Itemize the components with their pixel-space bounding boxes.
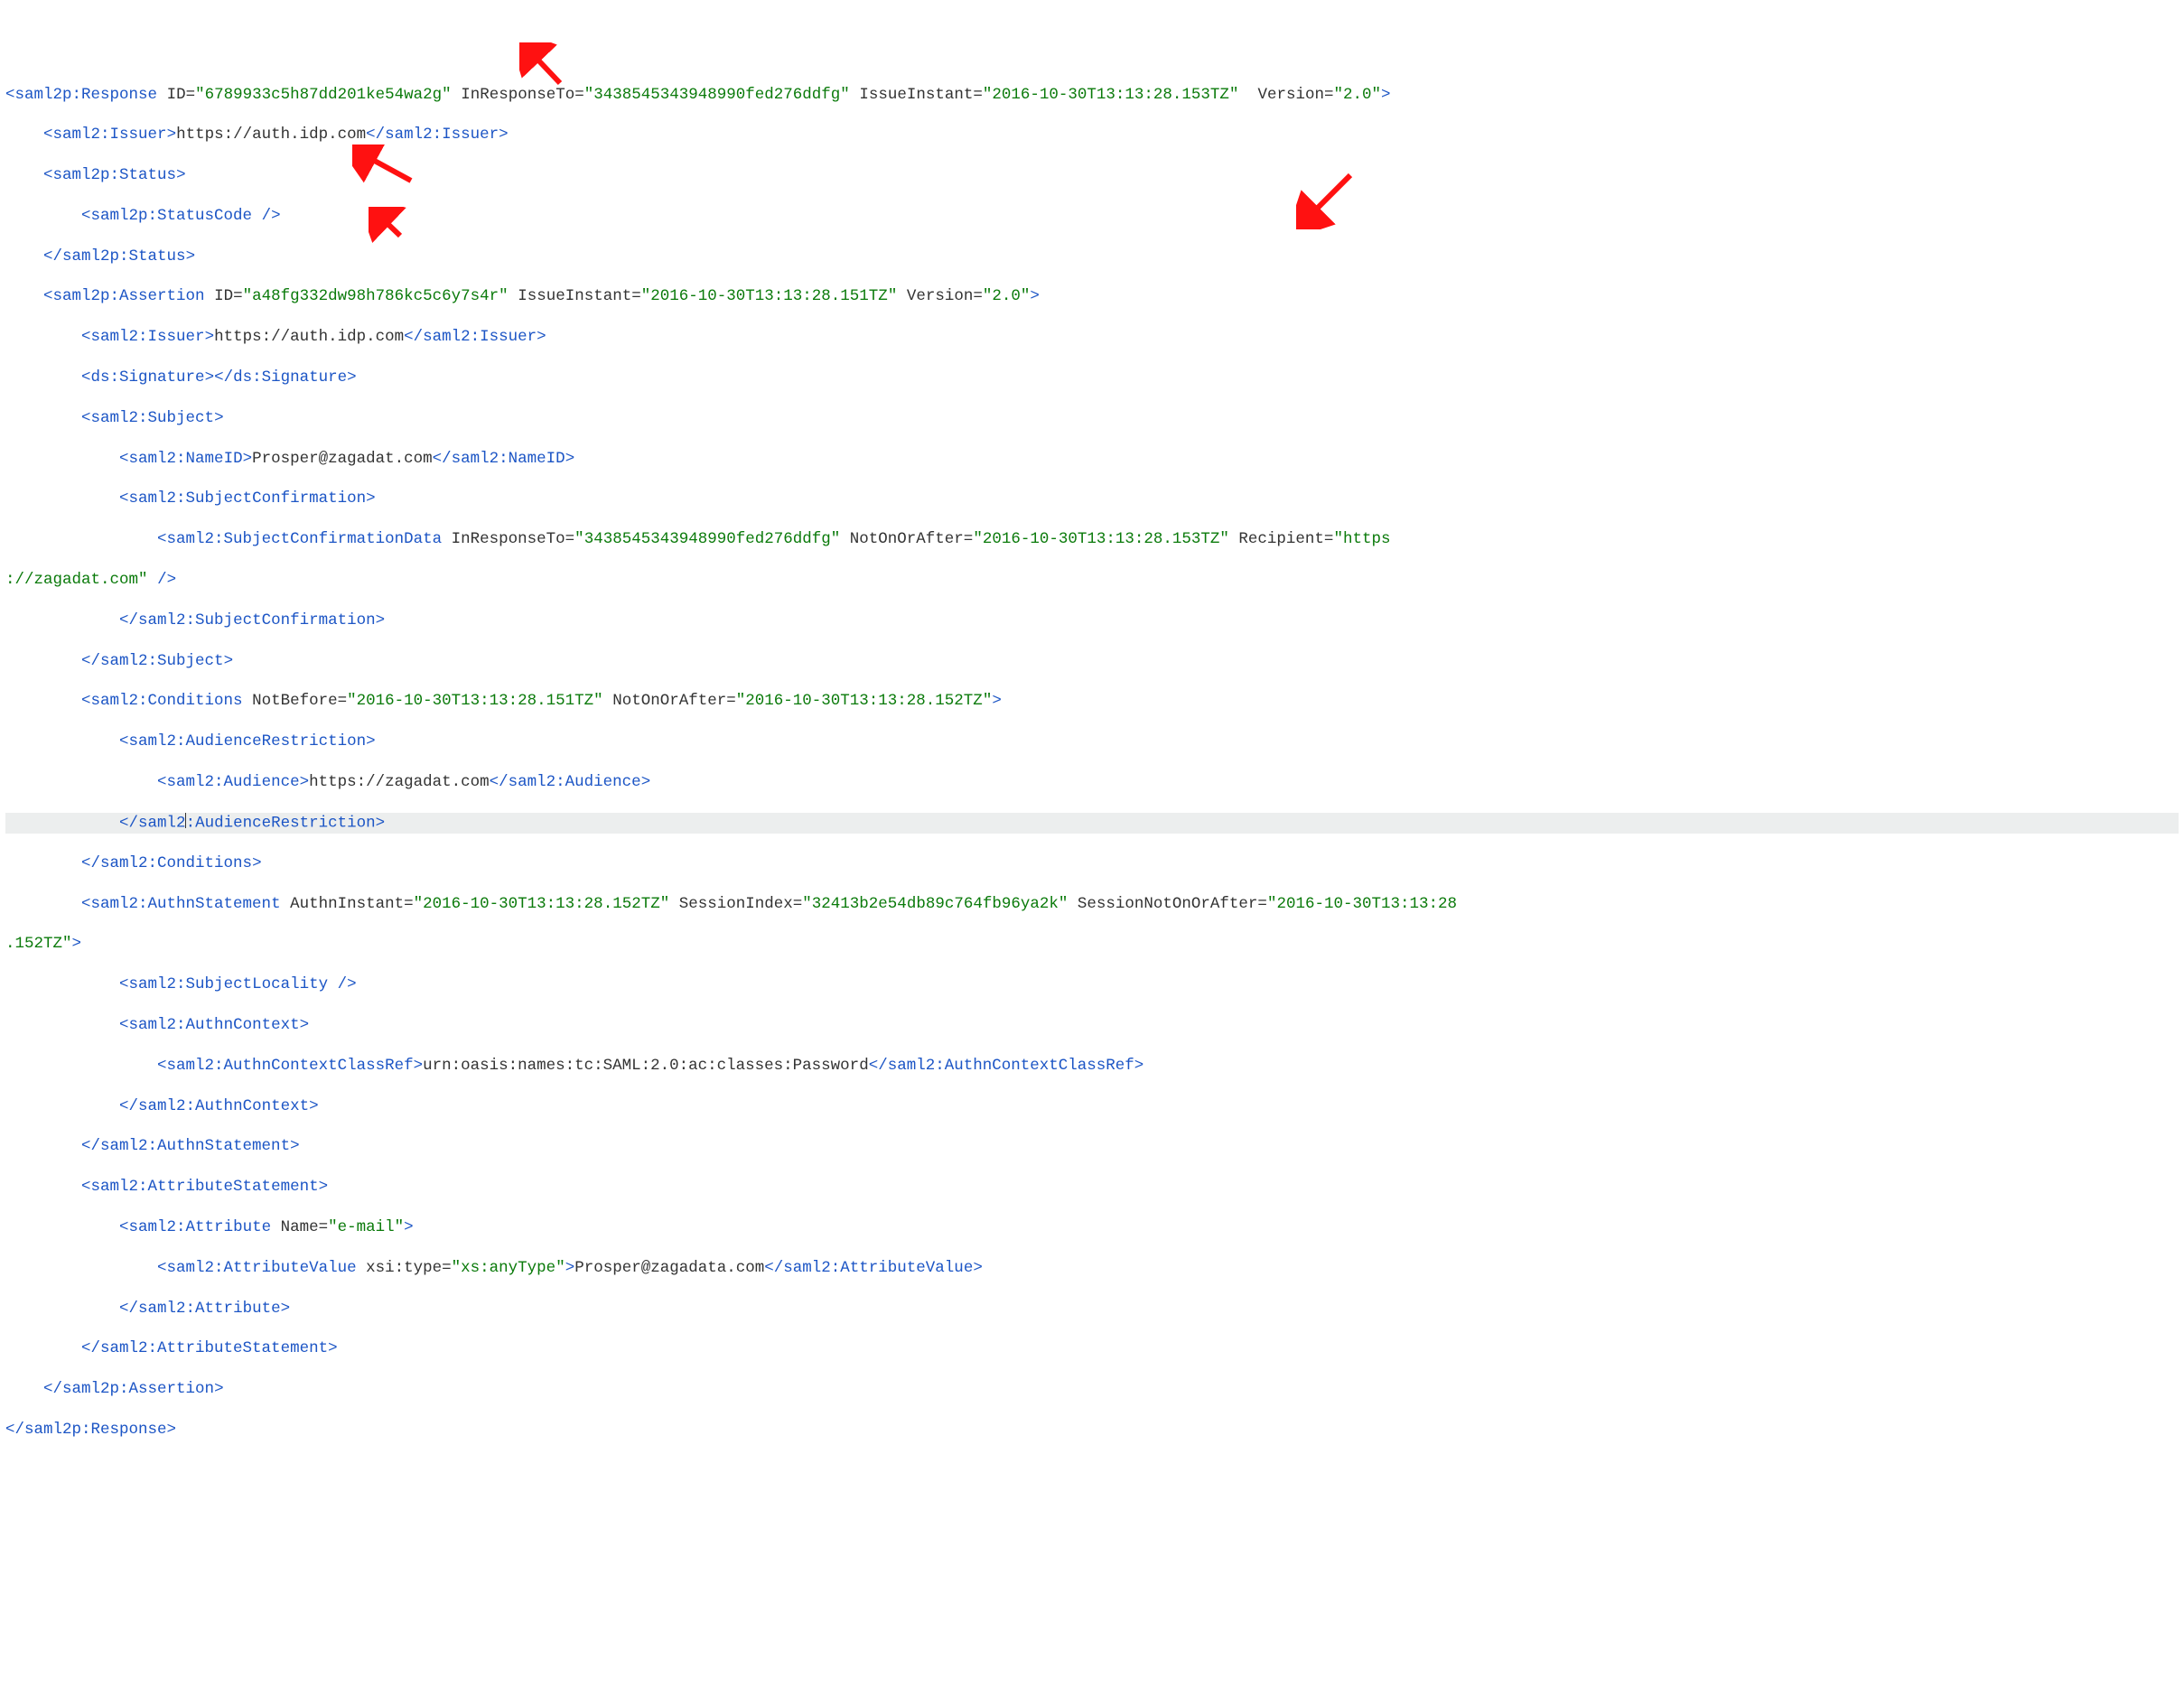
highlighted-line: </saml2:AudienceRestriction> bbox=[5, 813, 2179, 834]
xml-code-block: <saml2p:Response ID="6789933c5h87dd201ke… bbox=[5, 85, 2179, 1440]
